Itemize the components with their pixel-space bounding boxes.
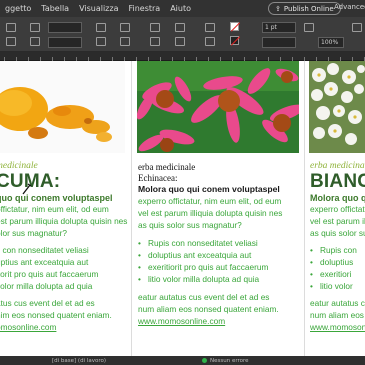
align-icon[interactable] <box>175 23 185 32</box>
distribute-icon[interactable] <box>175 37 185 46</box>
flip-vertical-icon[interactable] <box>30 37 40 46</box>
menu-tabella[interactable]: Tabella <box>36 4 74 13</box>
subtitle-text: Molora quo q <box>310 193 365 203</box>
body-line: offictatur, nim eum elit, od eum <box>0 204 109 214</box>
column-guide <box>131 61 132 356</box>
bullet-item: exeritiori <box>310 268 365 280</box>
column-echinacea: erba medicinale Echinacea: Molora quo qu… <box>138 162 304 327</box>
bullet-item: uptius ant exceatquia aut <box>0 257 89 267</box>
horizontal-ruler[interactable] <box>0 52 365 61</box>
white-flowers-image[interactable] <box>309 61 365 153</box>
indesign-window: ggetto Tabella Visualizza Finestra Aiuto… <box>0 0 365 365</box>
footer-line: nim eos nonsed quatent eniam. <box>0 310 112 320</box>
flip-horizontal-icon[interactable] <box>30 23 40 32</box>
menu-aiuto[interactable]: Aiuto <box>165 4 196 13</box>
workspace-switcher[interactable]: Advanced <box>334 3 365 11</box>
select-container-icon[interactable] <box>150 23 160 32</box>
body-line: olor sus magnatur? <box>0 228 68 238</box>
frame-icon[interactable] <box>6 37 16 46</box>
body-line: experro offictatur, nim eum elit, od eum <box>138 196 282 206</box>
body-line: as quis solor sus magnatur? <box>138 220 242 230</box>
body-line: vel est parum il <box>310 216 365 226</box>
column-biancospino: erba medicinale BIANCO Molora quo q expe… <box>310 161 365 333</box>
status-bar: [di base] (di lavoro) Nessun errore <box>0 356 365 365</box>
fill-none-swatch[interactable] <box>230 22 239 31</box>
bullet-item: volor milla dolupta ad quia <box>0 281 93 291</box>
column-guide <box>304 61 305 356</box>
subtitle-text[interactable]: Molora quo qui conem voluptaspel <box>138 184 304 195</box>
select-content-icon[interactable] <box>150 37 160 46</box>
stroke-weight-field[interactable]: 1 pt <box>262 22 296 33</box>
stroke-icon[interactable] <box>205 37 215 46</box>
bullet-item: Rupis con <box>310 244 365 256</box>
turmeric-image[interactable] <box>0 61 125 153</box>
stroke-style-field[interactable] <box>262 37 296 48</box>
kicker-text: medicinale <box>0 161 38 171</box>
website-link[interactable]: www.momosonline.com <box>138 315 304 327</box>
x-field[interactable] <box>48 22 82 33</box>
footer-line: atus cus event del et ad es <box>0 298 95 308</box>
footer-line: eatur autatus c <box>310 298 365 308</box>
kicker-text: erba medicinale <box>310 161 365 171</box>
upload-icon: ⇪ <box>275 4 281 13</box>
bullet-item: litio volor <box>310 280 365 292</box>
bullet-item: doluptius <box>310 256 365 268</box>
publish-online-label: Publish Online <box>283 4 334 13</box>
menu-finestra[interactable]: Finestra <box>123 4 165 13</box>
rotate-icon[interactable] <box>96 37 106 46</box>
bullet-item: itorit pro quis aut faccaerum <box>0 269 99 279</box>
reference-point-icon[interactable] <box>6 23 16 32</box>
menu-visualizza[interactable]: Visualizza <box>74 4 123 13</box>
preflight-profile[interactable]: [di base] (di lavoro) <box>52 358 106 364</box>
footer-line: eatur autatus cus event del et ad es <box>138 292 270 302</box>
bullet-item: doluptius ant exceatquia aut <box>138 249 304 261</box>
menu-oggetto[interactable]: ggetto <box>0 4 36 13</box>
bullet-item: s con nonseditatet veliasi <box>0 245 89 255</box>
footer-line: num aliam eos nonsed quatent eniam. <box>138 304 279 314</box>
constrain-icon[interactable] <box>120 37 130 46</box>
fill-icon[interactable] <box>205 23 215 32</box>
effects-icon[interactable] <box>304 23 314 32</box>
body-line: est parum illiquia dolupta quisin nes <box>0 216 128 226</box>
title-text[interactable]: CUMA: <box>0 171 128 193</box>
preflight-ok-icon <box>202 358 208 363</box>
bullet-item: exeritiorit pro quis aut faccaerum <box>138 261 304 273</box>
footer-line: num aliam eos <box>310 310 364 320</box>
y-field[interactable] <box>48 37 82 48</box>
bullet-item: Rupis con nonseditatet veliasi <box>138 237 304 249</box>
menu-bar: ggetto Tabella Visualizza Finestra Aiuto… <box>0 0 365 17</box>
document-canvas[interactable]: medicinale CUMA: quo qui conem voluptasp… <box>0 61 365 356</box>
stroke-swatch[interactable] <box>230 36 239 45</box>
publish-online-button[interactable]: ⇪ Publish Online <box>268 2 341 15</box>
body-line: experro offictat <box>310 204 365 214</box>
shear-icon[interactable] <box>120 23 130 32</box>
website-link[interactable]: www.momosonl <box>310 321 365 333</box>
body-line: vel est parum illiquia dolupta quisin ne… <box>138 208 283 218</box>
column-turmeric: medicinale CUMA: quo qui conem voluptasp… <box>0 161 128 333</box>
corner-icon[interactable] <box>352 23 362 32</box>
text-cursor-icon <box>22 183 32 195</box>
opacity-field[interactable]: 100% <box>318 37 344 48</box>
website-link[interactable]: omosonline.com <box>0 321 128 333</box>
scale-icon[interactable] <box>96 23 106 32</box>
raw-kicker-text[interactable]: erba medicinale <box>138 162 304 173</box>
preflight-status[interactable]: Nessun errore <box>210 358 249 364</box>
bullet-item: litio volor milla dolupta ad quia <box>138 273 304 285</box>
subtitle-text: quo qui conem voluptaspel <box>0 193 113 203</box>
raw-title-text[interactable]: Echinacea: <box>138 173 304 184</box>
title-text[interactable]: BIANCO <box>310 171 365 193</box>
body-line: as quis solor su <box>310 228 365 238</box>
echinacea-image[interactable] <box>137 61 299 153</box>
control-panel: 1 pt 100% <box>0 17 365 52</box>
